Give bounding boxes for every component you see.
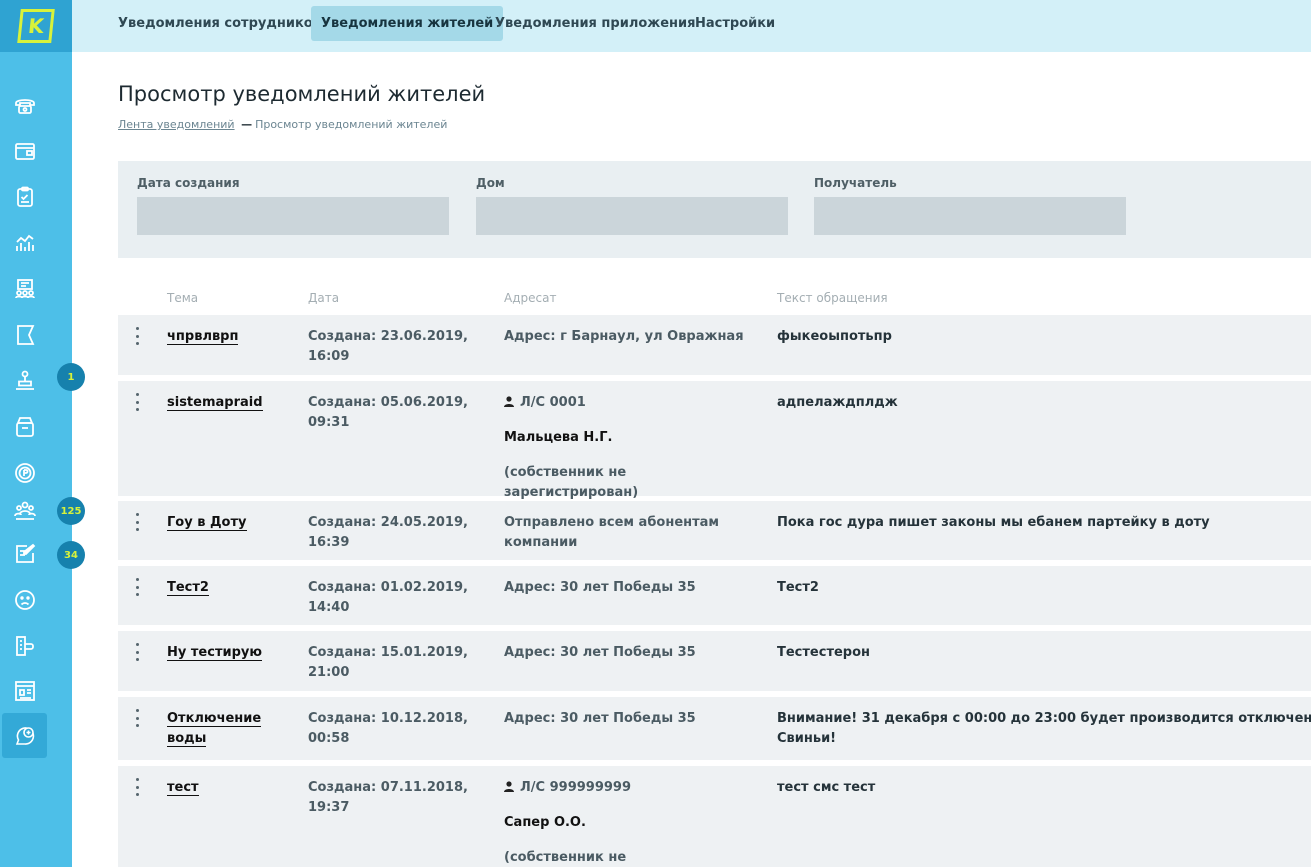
- wallet-icon[interactable]: [12, 138, 38, 164]
- row-addressee: Л/С 999999999 Сапер О.О. (собственник не…: [504, 778, 764, 867]
- created-date-label: Дата создания: [137, 176, 240, 190]
- row-date: Создана: 01.02.2019, 14:40: [308, 580, 468, 615]
- row-address: Отправлено всем абонентам компании: [504, 515, 720, 550]
- row-date: Создана: 10.12.2018, 00:58: [308, 711, 468, 746]
- row-topic[interactable]: чпрвлврп: [167, 327, 277, 347]
- top-navigation: Уведомления сотрудников Уведомления жите…: [72, 0, 1311, 52]
- residents-icon[interactable]: [12, 498, 38, 524]
- house-input[interactable]: [476, 197, 788, 235]
- sidebar: K 1 125 34: [0, 0, 85, 867]
- recipient-label: Получатель: [814, 176, 897, 190]
- tab-app-notifications[interactable]: Уведомления приложения: [485, 6, 705, 41]
- account-number: Л/С 999999999: [520, 780, 632, 795]
- breadcrumb-current: Просмотр уведомлений жителей: [255, 118, 448, 131]
- table-row[interactable]: sistemapraid Создана: 05.06.2019, 09:31 …: [118, 381, 1311, 500]
- row-topic[interactable]: Тест2: [167, 578, 277, 598]
- row-menu-icon[interactable]: [135, 513, 139, 531]
- breadcrumb-separator: —: [241, 118, 253, 131]
- flag-icon[interactable]: [12, 322, 38, 348]
- row-date: Создана: 23.06.2019, 16:09: [308, 329, 468, 364]
- archive-icon[interactable]: [12, 414, 38, 440]
- phone-icon[interactable]: [12, 92, 38, 118]
- row-topic[interactable]: Гоу в Доту: [167, 513, 277, 533]
- row-address: Адрес: г Барнаул, ул Овражная: [504, 329, 744, 344]
- table-row[interactable]: Ну тестирую Создана: 15.01.2019, 21:00 А…: [118, 631, 1311, 691]
- residents-badge: 125: [57, 497, 85, 525]
- row-addressee: Л/С 0001 Мальцева Н.Г. (собственник не з…: [504, 393, 764, 503]
- table-row[interactable]: тест Создана: 07.11.2018, 19:37 Л/С 9999…: [118, 766, 1311, 867]
- row-text: адпелаждплдж: [777, 395, 898, 410]
- row-text: Тест2: [777, 580, 819, 595]
- owner-name: Сапер О.О.: [504, 815, 586, 830]
- coin-icon[interactable]: [12, 460, 38, 486]
- row-address: Адрес: 30 лет Победы 35: [504, 711, 696, 726]
- column-header-text: Текст обращения: [777, 291, 888, 305]
- row-date: Создана: 15.01.2019, 21:00: [308, 645, 468, 680]
- person-icon: [504, 396, 514, 407]
- created-date-input[interactable]: [137, 197, 449, 235]
- owner-note: (собственник не зарегистрирован): [504, 465, 639, 500]
- breadcrumb: Лента уведомлений — Просмотр уведомлений …: [118, 118, 447, 131]
- logo-mark: K: [17, 9, 55, 43]
- row-address: Адрес: 30 лет Победы 35: [504, 645, 696, 660]
- row-date: Создана: 07.11.2018, 19:37: [308, 780, 468, 815]
- chat-add-icon[interactable]: [2, 713, 47, 758]
- table-row[interactable]: Тест2 Создана: 01.02.2019, 14:40 Адрес: …: [118, 566, 1311, 625]
- account-number: Л/С 0001: [520, 395, 586, 410]
- person-icon: [504, 781, 514, 792]
- tab-resident-notifications[interactable]: Уведомления жителей: [311, 6, 504, 41]
- column-header-topic: Тема: [167, 291, 199, 305]
- owner-name: Мальцева Н.Г.: [504, 430, 613, 445]
- buildings-icon[interactable]: [12, 633, 38, 659]
- owner-note: (собственник не зарегистрирован): [504, 850, 627, 865]
- analytics-icon[interactable]: [12, 230, 38, 256]
- logo[interactable]: K: [0, 0, 72, 52]
- row-menu-icon[interactable]: [135, 643, 139, 661]
- row-text: Пока гос дура пишет законы мы ебанем пар…: [777, 515, 1210, 530]
- moderation-badge: 1: [57, 363, 85, 391]
- row-menu-icon[interactable]: [135, 578, 139, 596]
- house-label: Дом: [476, 176, 505, 190]
- row-date: Создана: 24.05.2019, 16:39: [308, 515, 468, 550]
- row-topic[interactable]: тест: [167, 778, 277, 798]
- newspaper-icon[interactable]: [12, 678, 38, 704]
- table-row[interactable]: Отключение воды Создана: 10.12.2018, 00:…: [118, 697, 1311, 760]
- row-menu-icon[interactable]: [135, 393, 139, 411]
- row-address: Адрес: 30 лет Победы 35: [504, 580, 696, 595]
- row-text: фыкеоыпотьпр: [777, 329, 892, 344]
- row-text: Тестестерон: [777, 645, 871, 660]
- row-date: Создана: 05.06.2019, 09:31: [308, 395, 468, 430]
- row-topic[interactable]: Отключение воды: [167, 709, 267, 749]
- row-text-line2: Свиньи!: [777, 731, 837, 746]
- row-topic[interactable]: Ну тестирую: [167, 643, 277, 663]
- column-header-addressee: Адресат: [504, 291, 557, 305]
- row-text: Внимание! 31 декабря с 00:00 до 23:00 бу…: [777, 709, 1311, 749]
- row-menu-icon[interactable]: [135, 709, 139, 727]
- table-row[interactable]: чпрвлврп Создана: 23.06.2019, 16:09 Адре…: [118, 315, 1311, 375]
- row-menu-icon[interactable]: [135, 778, 139, 796]
- row-text-line1: Внимание! 31 декабря с 00:00 до 23:00 бу…: [777, 711, 1311, 726]
- column-header-date: Дата: [308, 291, 340, 305]
- stamp-icon[interactable]: [12, 368, 38, 394]
- row-menu-icon[interactable]: [135, 327, 139, 345]
- tab-settings[interactable]: Настройки: [685, 6, 785, 41]
- tab-employee-notifications[interactable]: Уведомления сотрудников: [108, 6, 331, 41]
- sad-face-icon[interactable]: [12, 587, 38, 613]
- requests-badge: 34: [57, 541, 85, 569]
- clipboard-check-icon[interactable]: [12, 184, 38, 210]
- breadcrumb-link-feed[interactable]: Лента уведомлений: [118, 118, 235, 131]
- table-row[interactable]: Гоу в Доту Создана: 24.05.2019, 16:39 От…: [118, 501, 1311, 560]
- board-users-icon[interactable]: [12, 276, 38, 302]
- filter-panel: Дата создания Дом Получатель: [118, 161, 1311, 258]
- recipient-input[interactable]: [814, 197, 1126, 235]
- row-topic[interactable]: sistemapraid: [167, 393, 277, 413]
- page-title: Просмотр уведомлений жителей: [118, 82, 486, 106]
- row-text: тест смс тест: [777, 780, 876, 795]
- edit-document-icon[interactable]: [12, 541, 38, 567]
